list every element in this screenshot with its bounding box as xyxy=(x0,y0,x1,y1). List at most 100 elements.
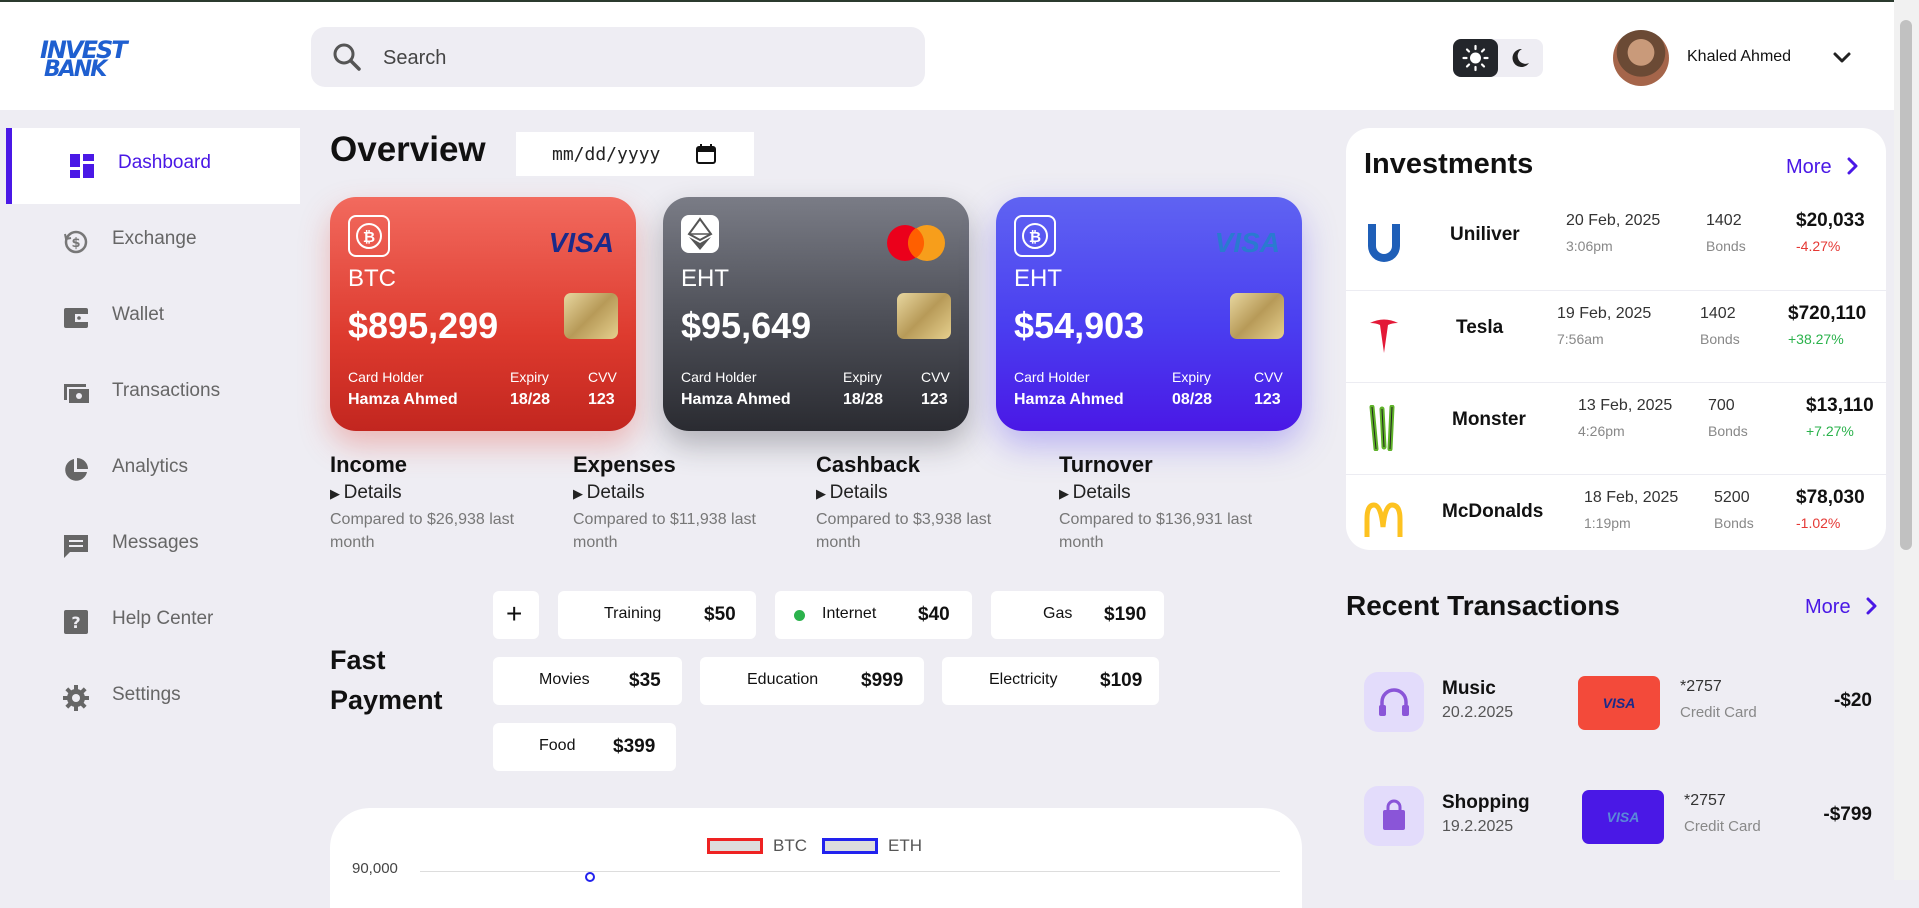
investment-time: 3:06pm xyxy=(1566,238,1613,254)
sidebar-item-help-center[interactable]: ? Help Center xyxy=(6,584,294,660)
details-toggle[interactable]: Details xyxy=(573,482,793,504)
payment-movies[interactable]: Movies $35 xyxy=(493,657,682,705)
investment-row-tesla[interactable]: Tesla 19 Feb, 2025 7:56am 1402 Bonds $72… xyxy=(1346,290,1886,383)
add-payment-button[interactable]: + xyxy=(493,591,539,639)
wallet-icon xyxy=(64,308,88,328)
sidebar-item-dashboard[interactable]: Dashboard xyxy=(6,128,300,204)
expiry-value: 18/28 xyxy=(510,391,551,408)
investment-unit: Bonds xyxy=(1714,515,1754,531)
eht-card-purple[interactable]: ₿ VISA EHT $54,903 Card Holder Hamza Ahm… xyxy=(996,197,1302,431)
chevron-right-icon xyxy=(1866,597,1877,615)
investments-panel: Investments More Uniliver 20 Feb, 2025 3… xyxy=(1346,128,1886,550)
stat-cashback: Cashback Details Compared to $3,938 last… xyxy=(816,452,1036,554)
tesla-logo-icon xyxy=(1370,319,1398,353)
investment-unit: Bonds xyxy=(1700,331,1740,347)
investments-more-link[interactable]: More xyxy=(1786,156,1863,179)
payment-gas[interactable]: Gas $190 xyxy=(991,591,1164,639)
avatar[interactable] xyxy=(1613,30,1669,86)
mastercard-logo xyxy=(885,223,947,270)
payment-food[interactable]: Food $399 xyxy=(493,723,676,771)
investments-title: Investments xyxy=(1364,148,1534,180)
logo-text-line2: BANK xyxy=(44,57,107,82)
search-icon xyxy=(333,43,361,71)
dark-mode-button[interactable] xyxy=(1498,39,1543,77)
sidebar-item-transactions[interactable]: Transactions xyxy=(6,356,294,432)
transaction-name: Shopping xyxy=(1442,792,1530,813)
payment-training[interactable]: Training $50 xyxy=(558,591,756,639)
card-amount: $895,299 xyxy=(348,305,499,346)
transaction-row-shopping[interactable]: Shopping 19.2.2025 VISA *2757 Credit Car… xyxy=(1346,786,1886,876)
theme-toggle[interactable] xyxy=(1453,39,1543,77)
investbank-logo[interactable]: INVEST BANK xyxy=(36,32,128,82)
sun-icon xyxy=(1462,44,1489,72)
details-toggle[interactable]: Details xyxy=(816,482,1036,504)
investment-row-mcdonalds[interactable]: McDonalds 18 Feb, 2025 1:19pm 5200 Bonds… xyxy=(1346,474,1886,551)
scrollbar[interactable] xyxy=(1894,0,1919,880)
investment-qty: 1402 xyxy=(1706,212,1742,229)
payment-value: $109 xyxy=(1100,670,1143,691)
card-amount: $95,649 xyxy=(681,305,812,346)
legend-label-btc: BTC xyxy=(773,836,807,855)
stat-compare: Compared to $26,938 last month xyxy=(330,511,515,551)
legend-swatch-btc xyxy=(707,838,763,854)
chevron-down-icon[interactable] xyxy=(1828,44,1856,72)
investment-qty: 5200 xyxy=(1714,489,1750,506)
plus-icon: + xyxy=(506,598,523,629)
status-dot-icon xyxy=(794,610,805,621)
date-picker[interactable]: mm/dd/yyyy xyxy=(516,132,754,176)
sidebar-item-analytics[interactable]: Analytics xyxy=(6,432,294,508)
eth-data-point[interactable] xyxy=(585,872,595,882)
sidebar-item-label: Help Center xyxy=(112,608,214,629)
chip-icon xyxy=(1230,293,1284,339)
transaction-date: 19.2.2025 xyxy=(1442,818,1514,835)
sidebar-item-settings[interactable]: Settings xyxy=(6,660,294,736)
stat-compare: Compared to $136,931 last month xyxy=(1059,511,1253,551)
chip-icon xyxy=(564,293,618,339)
investment-change: -4.27% xyxy=(1796,238,1841,254)
sidebar-item-label: Dashboard xyxy=(118,152,211,173)
payment-electricity[interactable]: Electricity $109 xyxy=(942,657,1159,705)
search-input[interactable] xyxy=(381,41,885,75)
stat-compare: Compared to $3,938 last month xyxy=(816,511,992,551)
details-toggle[interactable]: Details xyxy=(1059,482,1279,504)
card-coin: EHT xyxy=(681,265,729,292)
payment-value: $35 xyxy=(629,670,661,691)
sidebar-item-exchange[interactable]: $ Exchange xyxy=(6,204,294,280)
recent-transactions-more-link[interactable]: More xyxy=(1805,596,1882,619)
investment-row-monster[interactable]: Monster 13 Feb, 2025 4:26pm 700 Bonds $1… xyxy=(1346,382,1886,475)
dashboard-icon xyxy=(70,154,94,178)
svg-text:$: $ xyxy=(71,236,80,251)
sidebar-item-label: Analytics xyxy=(112,456,189,477)
investment-name: Monster xyxy=(1452,409,1526,430)
stat-expenses: Expenses Details Compared to $11,938 las… xyxy=(573,452,793,554)
card-holder-label: Card Holder xyxy=(681,369,757,385)
details-toggle[interactable]: Details xyxy=(330,482,550,504)
light-mode-button[interactable] xyxy=(1453,39,1498,77)
fast-payment-title-line2: Payment xyxy=(330,685,443,715)
sidebar-item-wallet[interactable]: Wallet xyxy=(6,280,294,356)
investment-unit: Bonds xyxy=(1706,238,1746,254)
sidebar-item-label: Settings xyxy=(112,684,181,705)
expiry-value: 18/28 xyxy=(843,391,884,408)
card-number: *2757 xyxy=(1684,792,1726,809)
transaction-date: 20.2.2025 xyxy=(1442,704,1514,721)
recent-transactions-title: Recent Transactions xyxy=(1346,590,1620,621)
sidebar-item-messages[interactable]: Messages xyxy=(6,508,294,584)
card-type: Credit Card xyxy=(1684,818,1761,835)
visa-card-thumbnail: VISA xyxy=(1582,790,1664,844)
investment-time: 7:56am xyxy=(1557,331,1604,347)
card-number: *2757 xyxy=(1680,678,1722,695)
eht-card-dark[interactable]: EHT $95,649 Card Holder Hamza Ahmed Expi… xyxy=(663,197,969,431)
investment-value: $20,033 xyxy=(1796,210,1865,231)
payment-internet[interactable]: Internet $40 xyxy=(775,591,972,639)
payment-label: Gas xyxy=(1043,605,1073,622)
calendar-icon[interactable] xyxy=(696,144,716,164)
payment-label: Food xyxy=(539,737,576,754)
investment-row-unilever[interactable]: Uniliver 20 Feb, 2025 3:06pm 1402 Bonds … xyxy=(1346,198,1886,290)
transaction-row-music[interactable]: Music 20.2.2025 VISA *2757 Credit Card -… xyxy=(1346,672,1886,762)
btc-card[interactable]: ₿ VISA BTC $895,299 Card Holder Hamza Ah… xyxy=(330,197,636,431)
payment-label: Electricity xyxy=(989,671,1058,688)
payment-education[interactable]: Education $999 xyxy=(700,657,924,705)
expiry-label: Expiry xyxy=(1172,369,1211,385)
scrollbar-thumb[interactable] xyxy=(1900,20,1912,550)
